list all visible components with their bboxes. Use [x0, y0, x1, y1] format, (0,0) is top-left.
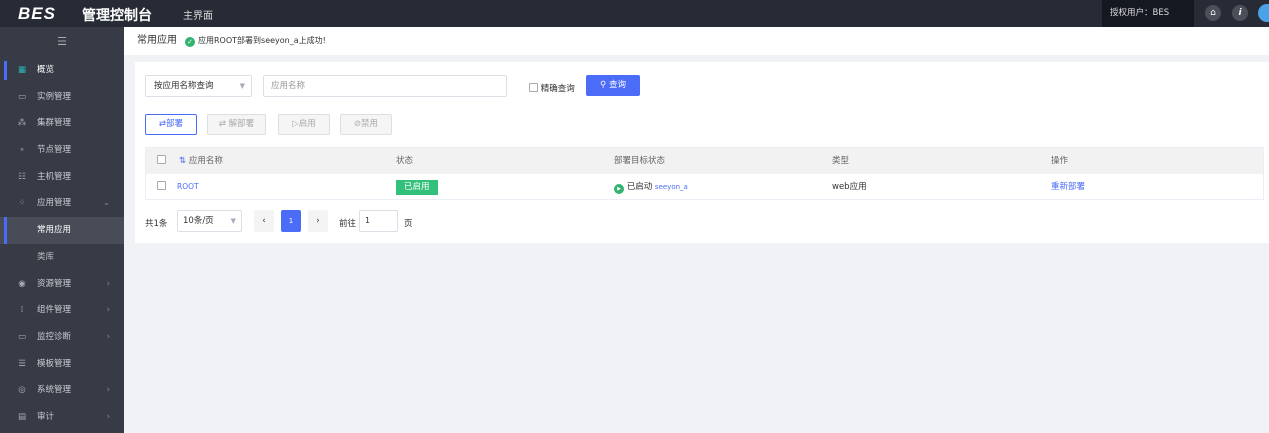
- table-row: ROOT 已启用 ▶ 已启动 seeyon_a web应用 重新部署: [146, 174, 1263, 200]
- column-target-state: 部署目标状态: [614, 156, 666, 166]
- goto-label: 前往: [339, 219, 357, 229]
- license-user: 授权用户：BES TRIAL: [1102, 0, 1194, 45]
- sort-icon: ⇅: [179, 156, 187, 166]
- exact-query-checkbox[interactable]: 精确查询: [529, 82, 575, 94]
- logo: BES: [18, 4, 56, 23]
- sidebar-item-audit[interactable]: ▤ 审计 ›: [0, 404, 124, 431]
- host-icon: ☷: [18, 171, 26, 182]
- page-size-select[interactable]: 10条/页 ▼: [177, 210, 242, 232]
- undeploy-button[interactable]: ⇄ 解部署: [207, 114, 266, 135]
- node-icon: ∘: [19, 145, 25, 156]
- sidebar-item-templates[interactable]: ☰ 模板管理: [0, 351, 124, 378]
- sidebar-item-overview[interactable]: ▦ 概览: [0, 57, 124, 84]
- audit-icon: ▤: [17, 411, 27, 422]
- chevron-right-icon: ›: [106, 305, 110, 316]
- deploy-button[interactable]: ⇄部署: [145, 114, 197, 135]
- page-suffix: 页: [404, 219, 413, 229]
- sidebar-item-system[interactable]: ◎ 系统管理 ›: [0, 377, 124, 404]
- target-state: ▶ 已启动 seeyon_a: [614, 174, 688, 200]
- select-all-checkbox[interactable]: [157, 148, 166, 174]
- play-circle-icon: ▶: [614, 184, 624, 194]
- home-link[interactable]: 主界面: [183, 7, 213, 22]
- sidebar-item-clusters[interactable]: ⁂ 集群管理: [0, 110, 124, 137]
- sidebar-item-hosts[interactable]: ☷ 主机管理: [0, 164, 124, 191]
- redeploy-link[interactable]: 重新部署: [1051, 174, 1085, 200]
- status-badge: 已启用: [396, 174, 438, 200]
- app-name-link[interactable]: ROOT: [177, 174, 199, 200]
- sidebar-item-common-apps[interactable]: 常用应用: [0, 217, 124, 244]
- top-bar: BES 管理控制台 主界面 授权用户：BES TRIAL ⌂ i: [0, 0, 1269, 45]
- settings-icon: ◎: [18, 385, 26, 396]
- sidebar-item-libraries[interactable]: 类库: [0, 244, 124, 271]
- breadcrumb: 常用应用 ✓ 应用ROOT部署到seeyon_a上成功!: [124, 27, 1269, 55]
- chevron-down-icon: ⌄: [102, 198, 110, 209]
- main-panel: 按应用名称查询 ▼ 应用名称 精确查询 ⚲ 查询 ⇄部署 ⇄ 解部署 ▷启用 ⊘禁…: [135, 62, 1269, 243]
- disable-button[interactable]: ⊘禁用: [340, 114, 392, 135]
- monitor-icon: ▭: [17, 331, 27, 342]
- sidebar-item-monitor[interactable]: ▭ 监控诊断 ›: [0, 324, 124, 351]
- query-button[interactable]: ⚲ 查询: [586, 75, 640, 96]
- caret-down-icon: ▼: [239, 82, 245, 90]
- enable-button[interactable]: ▷启用: [278, 114, 330, 135]
- success-message: 应用ROOT部署到seeyon_a上成功!: [198, 36, 326, 45]
- app-type: web应用: [832, 182, 867, 192]
- chevron-right-icon: ›: [106, 385, 110, 396]
- table-header: ⇅ 应用名称 状态 部署目标状态 类型 操作: [146, 148, 1263, 174]
- chevron-right-icon: ›: [106, 411, 110, 422]
- total-count: 共1条: [145, 219, 168, 229]
- sidebar-item-apps[interactable]: ⁘ 应用管理 ⌄: [0, 190, 124, 217]
- cluster-icon: ⁂: [17, 118, 27, 129]
- sidebar-item-instances[interactable]: ▭ 实例管理: [0, 84, 124, 111]
- column-action: 操作: [1051, 156, 1069, 166]
- app-icon: ⁘: [18, 198, 26, 209]
- row-checkbox[interactable]: [157, 174, 166, 200]
- sidebar-item-resources[interactable]: ◉ 资源管理 ›: [0, 271, 124, 298]
- column-type: 类型: [832, 156, 850, 166]
- caret-down-icon: ▼: [230, 217, 236, 225]
- chevron-right-icon: ›: [106, 331, 110, 342]
- sidebar-item-nodes[interactable]: ∘ 节点管理: [0, 137, 124, 164]
- ban-icon: ⊘: [353, 119, 362, 129]
- component-icon: ⁞: [20, 305, 24, 316]
- app-title: 管理控制台: [82, 8, 152, 24]
- avatar[interactable]: [1258, 4, 1269, 22]
- search-icon: ⚲: [600, 80, 607, 90]
- template-icon: ☰: [18, 358, 26, 369]
- instance-icon: ▭: [17, 91, 27, 102]
- success-icon: ✓: [185, 37, 195, 47]
- deploy-icon: ⇄: [158, 119, 167, 129]
- dashboard-icon: ▦: [17, 65, 27, 75]
- chevron-right-icon: ›: [106, 278, 110, 289]
- prev-page-button[interactable]: ‹: [254, 210, 274, 232]
- sidebar: ☰ ▦ 概览 ▭ 实例管理 ⁂ 集群管理 ∘ 节点管理 ☷ 主机管理 ⁘ 应用管理 ⌄ 常用应…: [0, 27, 124, 433]
- search-mode-select[interactable]: 按应用名称查询 ▼: [145, 75, 252, 97]
- sidebar-item-components[interactable]: ⁞ 组件管理 ›: [0, 297, 124, 324]
- goto-page-input[interactable]: 1: [359, 210, 398, 232]
- column-status: 状态: [396, 156, 414, 166]
- undeploy-icon: ⇄: [218, 119, 226, 129]
- menu-icon[interactable]: ☰: [0, 27, 124, 57]
- column-app-name[interactable]: ⇅ 应用名称: [179, 148, 223, 174]
- page-1-button[interactable]: 1: [281, 210, 301, 232]
- app-name-input[interactable]: 应用名称: [263, 75, 507, 97]
- home-icon[interactable]: ⌂: [1205, 5, 1221, 21]
- resource-icon: ◉: [18, 278, 26, 289]
- apps-table: ⇅ 应用名称 状态 部署目标状态 类型 操作 ROOT 已启用 ▶ 已启动 se…: [145, 147, 1264, 200]
- next-page-button[interactable]: ›: [308, 210, 328, 232]
- target-link[interactable]: seeyon_a: [655, 183, 688, 191]
- info-icon[interactable]: i: [1232, 5, 1248, 21]
- page-title: 常用应用: [137, 35, 177, 46]
